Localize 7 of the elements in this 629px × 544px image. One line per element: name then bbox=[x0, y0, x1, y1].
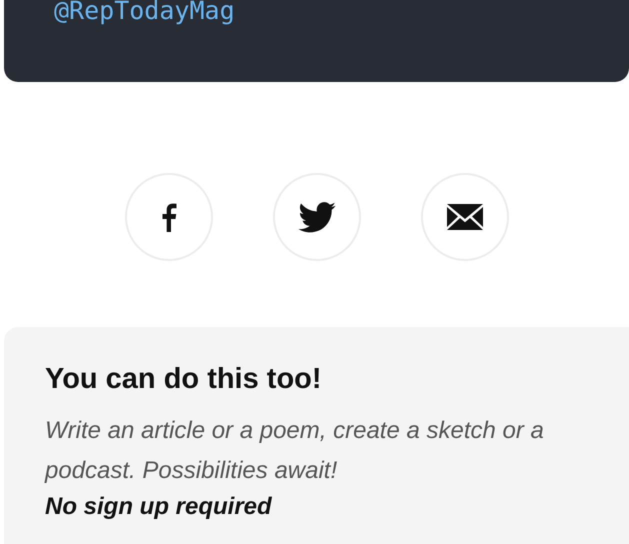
social-handle: @RepTodayMag bbox=[54, 0, 235, 26]
cta-title: You can do this too! bbox=[45, 362, 323, 397]
envelope-icon bbox=[446, 204, 482, 230]
facebook-icon bbox=[160, 202, 176, 232]
bird-icon bbox=[298, 202, 336, 232]
cta-text: Write an article or a poem, create a sketch or a podcast. Possibilities await! bbox=[45, 416, 545, 486]
cta-note: No sign up required bbox=[45, 492, 273, 522]
